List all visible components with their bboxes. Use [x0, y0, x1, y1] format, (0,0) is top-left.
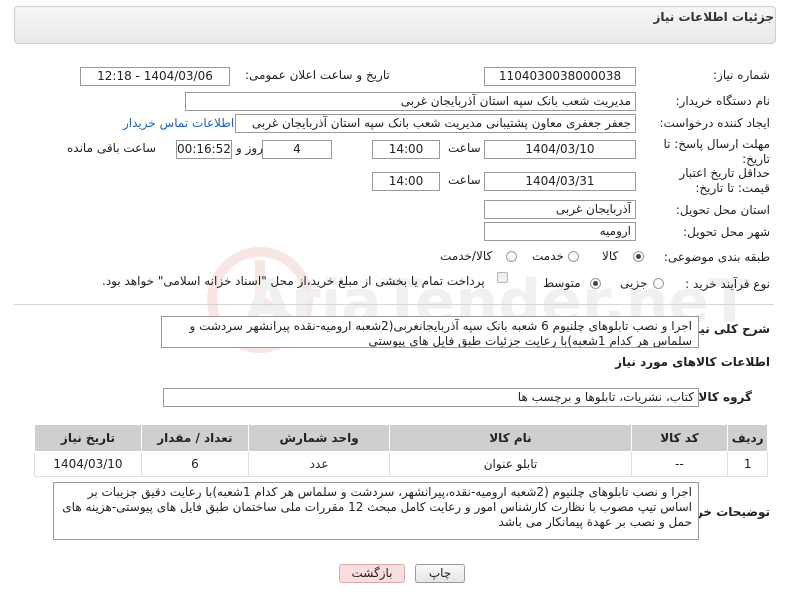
- need-number-field[interactable]: 1104030038000038: [484, 67, 636, 86]
- remaining-time-field[interactable]: 00:16:52: [176, 140, 232, 159]
- validity-date-field[interactable]: 1404/03/31: [484, 172, 636, 191]
- back-button[interactable]: بازگشت: [339, 564, 405, 583]
- validity-time-label: ساعت: [448, 173, 481, 187]
- table-row[interactable]: 1 -- تابلو عنوان عدد 6 1404/03/10: [34, 451, 768, 477]
- category-goods-service-label: کالا/خدمت: [440, 249, 493, 263]
- table-header-row: ردیف کد کالا نام کالا واحد شمارش تعداد /…: [34, 424, 768, 452]
- province-field[interactable]: آذربایجان غربی: [484, 200, 636, 219]
- remaining-label: ساعت باقی مانده: [67, 141, 157, 155]
- cell-code: --: [630, 451, 729, 477]
- goods-section-title: اطلاعات کالاهای مورد نیاز: [615, 355, 770, 369]
- price-validity-label: حداقل تاریخ اعتبار قیمت: تا تاریخ:: [679, 166, 770, 195]
- need-number-label: شماره نیاز:: [713, 68, 770, 82]
- col-header-code: کد کالا: [630, 424, 729, 452]
- buyer-notes-textarea[interactable]: اجرا و نصب تابلوهای چلنیوم (2شعبه ارومیه…: [53, 482, 699, 540]
- category-goods-radio[interactable]: [633, 251, 644, 262]
- payment-note: پرداخت تمام یا بخشی از مبلغ خرید،از محل …: [102, 274, 485, 288]
- process-medium-label: متوسط: [543, 276, 581, 290]
- reply-deadline-label: مهلت ارسال پاسخ: تا تاریخ:: [663, 137, 770, 166]
- goods-group-label: گروه کالا:: [693, 390, 752, 404]
- col-header-date: تاریخ نیاز: [34, 424, 142, 452]
- validity-time-field[interactable]: 14:00: [372, 172, 440, 191]
- buyer-org-label: نام دستگاه خریدار:: [675, 94, 771, 108]
- requester-field[interactable]: جعفر جعفری معاون پشتیبانی مدیریت شعب بان…: [235, 114, 636, 133]
- reply-date-field[interactable]: 1404/03/10: [484, 140, 636, 159]
- province-label: استان محل تحویل:: [675, 203, 770, 217]
- category-service-radio[interactable]: [568, 251, 579, 262]
- goods-table: ردیف کد کالا نام کالا واحد شمارش تعداد /…: [34, 424, 768, 477]
- reply-time-label: ساعت: [448, 141, 481, 155]
- description-textarea[interactable]: اجرا و نصب تابلوهای چلنیوم 6 شعبه بانک س…: [161, 316, 699, 348]
- col-header-name: نام کالا: [389, 424, 632, 452]
- process-medium-radio[interactable]: [590, 278, 601, 289]
- announce-field[interactable]: 1404/03/06 - 12:18: [80, 67, 230, 86]
- process-minor-radio[interactable]: [653, 278, 664, 289]
- days-label: روز و: [236, 141, 263, 155]
- cell-name: تابلو عنوان: [389, 451, 632, 477]
- process-label: نوع فرآیند خرید :: [685, 277, 770, 291]
- treasury-payment-checkbox[interactable]: [497, 272, 508, 283]
- category-goods-service-radio[interactable]: [506, 251, 517, 262]
- cell-qty: 6: [140, 451, 249, 477]
- cell-index: 1: [727, 451, 768, 477]
- reply-time-field[interactable]: 14:00: [372, 140, 440, 159]
- requester-label: ایجاد کننده درخواست:: [659, 116, 770, 130]
- col-header-qty: تعداد / مقدار: [140, 424, 249, 452]
- days-field[interactable]: 4: [262, 140, 332, 159]
- contact-buyer-link[interactable]: اطلاعات تماس خریدار: [123, 116, 234, 130]
- col-header-index: ردیف: [727, 424, 768, 452]
- panel-title: جزئیات اطلاعات نیاز: [653, 10, 774, 24]
- divider: [14, 304, 774, 305]
- buyer-org-field[interactable]: مدیریت شعب بانک سپه استان آذربایجان غربی: [185, 92, 636, 111]
- city-field[interactable]: ارومیه: [484, 222, 636, 241]
- city-label: شهر محل تحویل:: [683, 225, 770, 239]
- print-button[interactable]: چاپ: [415, 564, 465, 583]
- process-minor-label: جزیی: [620, 276, 648, 290]
- announce-label: تاریخ و ساعت اعلان عمومی:: [245, 68, 390, 82]
- category-label: طبقه بندی موضوعی:: [663, 250, 770, 264]
- category-goods-label: کالا: [602, 249, 619, 263]
- cell-date: 1404/03/10: [34, 451, 142, 477]
- cell-unit: عدد: [247, 451, 391, 477]
- col-header-unit: واحد شمارش: [247, 424, 391, 452]
- goods-table-container: ردیف کد کالا نام کالا واحد شمارش تعداد /…: [34, 424, 768, 477]
- category-service-label: خدمت: [532, 249, 564, 263]
- goods-group-field[interactable]: کتاب، نشریات، تابلوها و برچسب ها: [163, 388, 699, 407]
